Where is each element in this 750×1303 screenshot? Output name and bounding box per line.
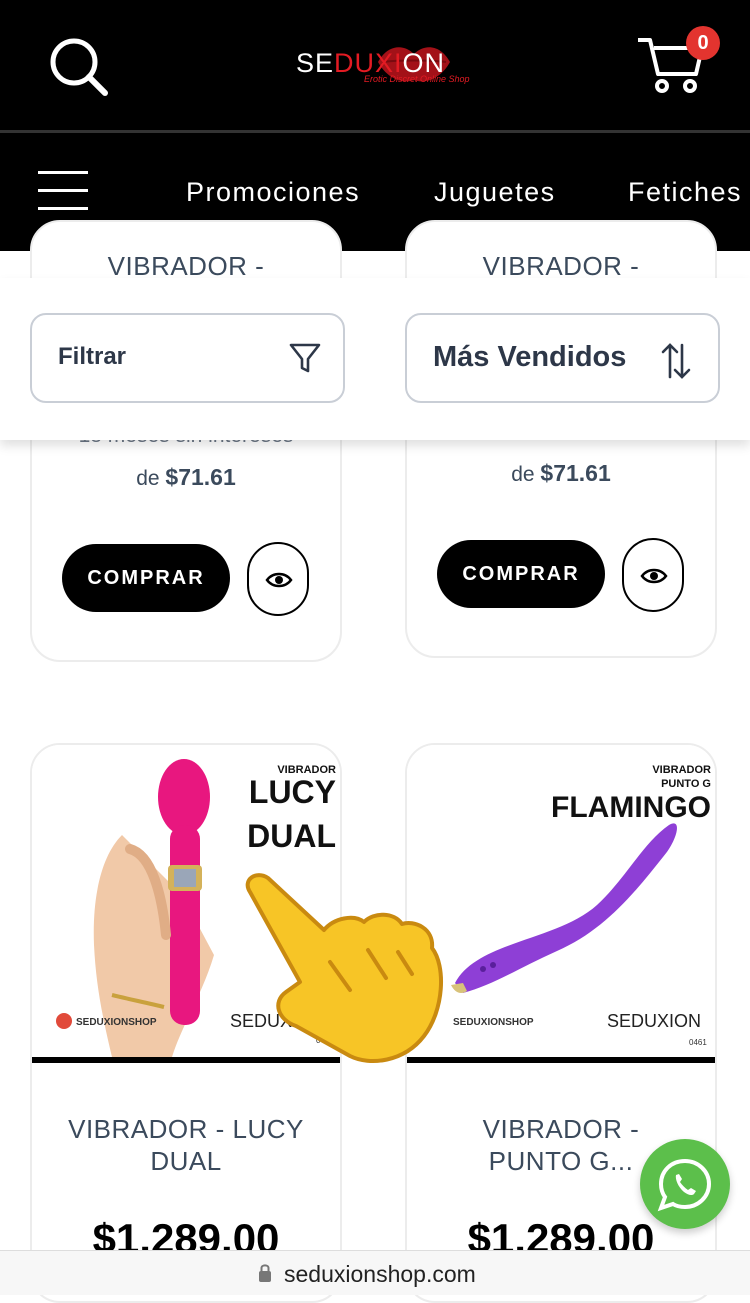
image-label-1: LUCY (249, 774, 336, 810)
site-logo[interactable]: SEDUXION Erotic Discret Online Shop (296, 46, 470, 96)
filter-sort-bar: Filtrar Más Vendidos (0, 278, 750, 440)
nav-item-fetiches[interactable]: Fetiches (628, 177, 742, 208)
logo-tagline: Erotic Discret Online Shop (364, 74, 470, 84)
funnel-icon (289, 343, 321, 373)
eye-icon (640, 568, 668, 584)
price-value: $71.61 (165, 464, 236, 490)
sort-button[interactable]: Más Vendidos (405, 313, 720, 403)
image-social: SEDUXIONSHOP (453, 1017, 534, 1028)
top-header: SEDUXION Erotic Discret Online Shop 0 (0, 0, 750, 130)
image-brand: SEDUXION (607, 1011, 701, 1031)
installment-price: de $71.61 (32, 464, 340, 491)
logo-text-a: SE (296, 48, 335, 78)
sort-arrows-icon (661, 343, 691, 379)
menu-icon[interactable] (38, 169, 88, 213)
image-label-small-1: VIBRADOR (652, 764, 711, 776)
product-title-line1: VIBRADOR - LUCY (68, 1114, 304, 1144)
nav-item-juguetes[interactable]: Juguetes (434, 177, 556, 208)
url-text: seduxionshop.com (284, 1261, 476, 1287)
product-title[interactable]: VIBRADOR - LUCY DUAL (32, 1113, 340, 1177)
installment-price: de $71.61 (407, 460, 715, 487)
nav-item-promociones[interactable]: Promociones (186, 177, 360, 208)
image-label-small-2: PUNTO G (661, 778, 711, 790)
image-label-1: FLAMINGO (551, 791, 711, 824)
price-prefix: de (136, 467, 160, 490)
filter-button[interactable]: Filtrar (30, 313, 345, 403)
pointing-hand-icon (245, 873, 443, 1064)
buy-button[interactable]: COMPRAR (437, 540, 605, 608)
sort-label: Más Vendidos (433, 341, 627, 373)
whatsapp-icon (657, 1158, 712, 1212)
image-social: SEDUXIONSHOP (76, 1017, 157, 1028)
image-code: 0461 (689, 1038, 707, 1047)
quick-view-button[interactable] (247, 542, 309, 616)
image-label-2: DUAL (247, 818, 336, 854)
browser-url-bar[interactable]: seduxionshop.com (0, 1250, 750, 1295)
eye-icon (265, 572, 293, 588)
price-prefix: de (511, 463, 535, 486)
buy-button[interactable]: COMPRAR (62, 544, 230, 612)
cart-count-badge: 0 (686, 26, 720, 60)
lock-icon (259, 1264, 271, 1282)
product-title-line2: DUAL (150, 1146, 222, 1176)
price-value: $71.61 (540, 460, 611, 486)
quick-view-button[interactable] (622, 538, 684, 612)
search-icon[interactable] (48, 36, 108, 96)
filter-label: Filtrar (58, 343, 127, 370)
whatsapp-button[interactable] (640, 1139, 730, 1229)
